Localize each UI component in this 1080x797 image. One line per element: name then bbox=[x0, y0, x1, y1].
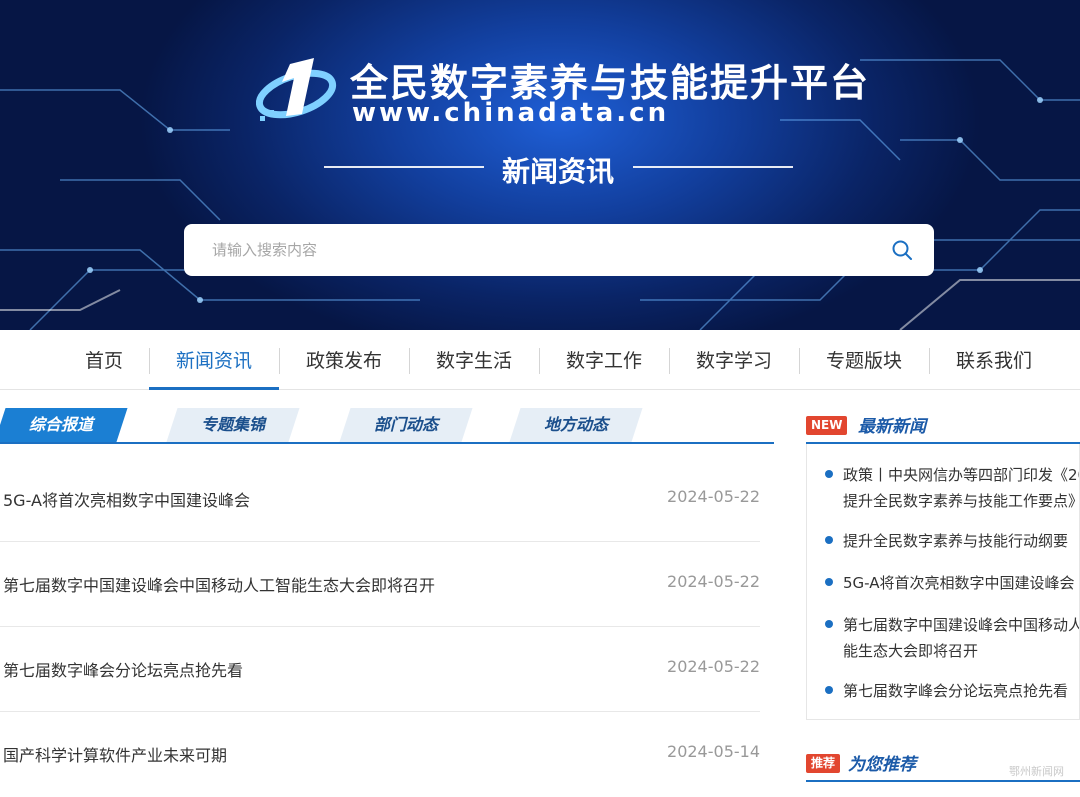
latest-news-header: NEW 最新新闻 bbox=[806, 406, 1080, 444]
news-category-tabs: 综合报道 专题集锦 部门动态 地方动态 bbox=[0, 406, 774, 444]
bullet-dot bbox=[825, 620, 833, 628]
recommend-title: 为您推荐 bbox=[848, 755, 916, 775]
latest-news-title: 最新新闻 bbox=[858, 417, 926, 437]
news-date: 2024-05-14 bbox=[667, 742, 760, 761]
tab-label: 专题集锦 bbox=[200, 415, 265, 434]
nav-item-digital-work[interactable]: 数字工作 bbox=[539, 330, 669, 390]
news-date: 2024-05-22 bbox=[667, 487, 760, 506]
tab-department-news[interactable]: 部门动态 bbox=[339, 408, 473, 442]
news-list-item[interactable]: 5G-A将首次亮相数字中国建设峰会 2024-05-22 bbox=[0, 457, 760, 542]
search-icon[interactable] bbox=[890, 238, 914, 262]
latest-news-line[interactable]: 能生态大会即将召开 bbox=[843, 638, 1079, 664]
news-date: 2024-05-22 bbox=[667, 572, 760, 591]
news-list-item[interactable]: 第七届数字峰会分论坛亮点抢先看 2024-05-22 bbox=[0, 627, 760, 712]
news-title[interactable]: 5G-A将首次亮相数字中国建设峰会 bbox=[3, 487, 250, 511]
header-banner: 全民数字素养与技能提升平台 www.chinadata.cn 新闻资讯 bbox=[0, 0, 1080, 330]
nav-item-digital-life[interactable]: 数字生活 bbox=[409, 330, 539, 390]
news-title[interactable]: 第七届数字峰会分论坛亮点抢先看 bbox=[3, 657, 243, 681]
nav-item-topics[interactable]: 专题版块 bbox=[799, 330, 929, 390]
latest-news-line[interactable]: 5G-A将首次亮相数字中国建设峰会 bbox=[843, 570, 1079, 596]
news-title[interactable]: 国产科学计算软件产业未来可期 bbox=[3, 742, 227, 766]
latest-news-item[interactable]: 政策丨中央网信办等四部门印发《20 提升全民数字素养与技能工作要点》 bbox=[823, 462, 1079, 514]
new-badge: NEW bbox=[806, 416, 848, 435]
latest-news-item[interactable]: 提升全民数字素养与技能行动纲要 bbox=[823, 528, 1079, 554]
search-box bbox=[184, 224, 934, 276]
main-nav: 首页 新闻资讯 政策发布 数字生活 数字工作 数字学习 专题版块 联系我们 bbox=[0, 330, 1080, 390]
nav-item-news[interactable]: 新闻资讯 bbox=[149, 330, 279, 390]
nav-item-policy[interactable]: 政策发布 bbox=[279, 330, 409, 390]
latest-news-line[interactable]: 第七届数字峰会分论坛亮点抢先看 bbox=[843, 678, 1079, 704]
tab-local-news[interactable]: 地方动态 bbox=[509, 408, 643, 442]
bullet-dot bbox=[825, 578, 833, 586]
tab-general-reports[interactable]: 综合报道 bbox=[0, 408, 128, 442]
latest-news-line[interactable]: 第七届数字中国建设峰会中国移动人 bbox=[843, 612, 1079, 638]
news-date: 2024-05-22 bbox=[667, 657, 760, 676]
search-input[interactable] bbox=[212, 236, 852, 264]
latest-news-item[interactable]: 5G-A将首次亮相数字中国建设峰会 bbox=[823, 570, 1079, 596]
tab-special-collections[interactable]: 专题集锦 bbox=[166, 408, 300, 442]
news-title[interactable]: 第七届数字中国建设峰会中国移动人工智能生态大会即将召开 bbox=[3, 572, 435, 596]
tab-label: 地方动态 bbox=[543, 415, 608, 434]
news-list-item[interactable]: 国产科学计算软件产业未来可期 2024-05-14 bbox=[0, 712, 760, 797]
nav-item-digital-learning[interactable]: 数字学习 bbox=[669, 330, 799, 390]
title-divider-left bbox=[324, 166, 484, 168]
latest-news-item[interactable]: 第七届数字峰会分论坛亮点抢先看 bbox=[823, 678, 1079, 704]
tab-label: 综合报道 bbox=[28, 415, 93, 434]
tab-label: 部门动态 bbox=[373, 415, 438, 434]
platform-logo bbox=[256, 58, 337, 121]
title-divider-right bbox=[633, 166, 793, 168]
nav-item-contact[interactable]: 联系我们 bbox=[929, 330, 1059, 390]
section-title: 新闻资讯 bbox=[501, 155, 614, 188]
bullet-dot bbox=[825, 470, 833, 478]
recommend-badge: 推荐 bbox=[806, 754, 841, 773]
latest-news-item[interactable]: 第七届数字中国建设峰会中国移动人 能生态大会即将召开 bbox=[823, 612, 1079, 664]
latest-news-line[interactable]: 政策丨中央网信办等四部门印发《20 bbox=[843, 462, 1079, 488]
latest-news-list: 政策丨中央网信办等四部门印发《20 提升全民数字素养与技能工作要点》 提升全民数… bbox=[806, 444, 1080, 720]
latest-news-line[interactable]: 提升全民数字素养与技能工作要点》 bbox=[843, 488, 1079, 514]
bullet-dot bbox=[825, 686, 833, 694]
site-url: www.chinadata.cn bbox=[352, 98, 670, 128]
bullet-dot bbox=[825, 536, 833, 544]
news-list-item[interactable]: 第七届数字中国建设峰会中国移动人工智能生态大会即将召开 2024-05-22 bbox=[0, 542, 760, 627]
latest-news-line[interactable]: 提升全民数字素养与技能行动纲要 bbox=[843, 528, 1079, 554]
watermark: 鄂州新闻网 bbox=[1009, 765, 1064, 778]
